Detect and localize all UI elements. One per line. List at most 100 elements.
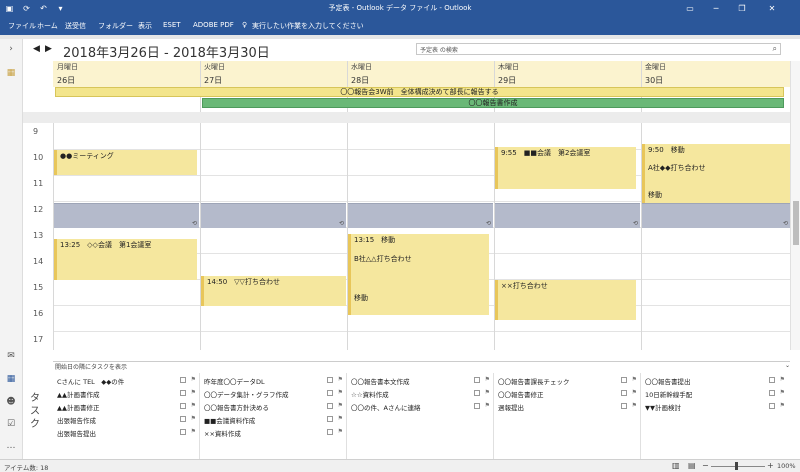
task-item[interactable]: ☆☆資料作成 xyxy=(351,389,389,399)
tab-file[interactable]: ファイル xyxy=(8,21,36,31)
task-item[interactable]: 週報提出 xyxy=(498,402,524,412)
flag-icon[interactable]: ⚑ xyxy=(338,402,343,409)
event-mon-conference[interactable]: 13:25 ◇◇会議 第1会議室 xyxy=(54,239,197,280)
task-checkbox[interactable] xyxy=(769,403,775,409)
task-checkbox[interactable] xyxy=(180,377,186,383)
task-item[interactable]: Cさんに TEL ◆◆の件 xyxy=(57,376,124,386)
tab-folder[interactable]: フォルダー xyxy=(98,21,133,31)
calendar-icon[interactable]: ▦ xyxy=(4,373,18,385)
mini-calendar-icon[interactable]: ▦ xyxy=(4,67,18,79)
task-item[interactable]: ▼▼計画検討 xyxy=(645,402,681,412)
calendar-search-input[interactable]: 予定表 の検索 ⌕ xyxy=(416,43,781,55)
task-checkbox[interactable] xyxy=(327,416,333,422)
lunch-block[interactable]: ⟲ xyxy=(495,203,640,228)
maximize-button[interactable]: ❐ xyxy=(732,2,752,15)
chevron-down-icon[interactable]: ⌄ xyxy=(785,362,790,369)
tab-send-receive[interactable]: 送受信 xyxy=(65,21,86,31)
flag-icon[interactable]: ⚑ xyxy=(485,402,490,409)
day-num-fri[interactable]: 30日 xyxy=(645,75,663,86)
task-checkbox[interactable] xyxy=(621,403,627,409)
task-item[interactable]: 〇〇報告書本文作成 xyxy=(351,376,410,386)
close-button[interactable]: ✕ xyxy=(762,2,782,15)
ribbon-display-options-icon[interactable]: ▭ xyxy=(680,2,700,15)
task-item[interactable]: 〇〇報告書課長チェック xyxy=(498,376,570,386)
flag-icon[interactable]: ⚑ xyxy=(191,428,196,435)
task-item[interactable]: ××資料作成 xyxy=(204,428,241,438)
day-num-wed[interactable]: 28日 xyxy=(351,75,369,86)
event-wed-travel2[interactable]: 移動 xyxy=(348,292,489,315)
task-checkbox[interactable] xyxy=(474,403,480,409)
zoom-in-icon[interactable]: + xyxy=(767,461,774,470)
tab-eset[interactable]: ESET xyxy=(163,21,181,29)
task-item[interactable]: 出張報告提出 xyxy=(57,428,96,438)
task-item[interactable]: ■■会議資料作成 xyxy=(204,415,255,425)
task-item[interactable]: 昨年度〇〇データDL xyxy=(204,376,265,386)
lunch-block[interactable]: ⟲ xyxy=(201,203,346,228)
event-wed-travel[interactable]: 13:15 移動 xyxy=(348,234,489,253)
flag-icon[interactable]: ⚑ xyxy=(191,402,196,409)
event-fri-meeting[interactable]: A社◆◆打ち合わせ xyxy=(642,162,790,189)
flag-icon[interactable]: ⚑ xyxy=(338,376,343,383)
event-thu-meeting[interactable]: ××打ち合わせ xyxy=(495,280,636,320)
flag-icon[interactable]: ⚑ xyxy=(632,402,637,409)
task-item[interactable]: ▲▲計画書作成 xyxy=(57,389,100,399)
all-day-event[interactable]: 〇〇報告書作成 xyxy=(202,98,784,108)
more-icon[interactable]: … xyxy=(4,440,18,452)
zoom-level[interactable]: 100% xyxy=(777,462,796,470)
day-num-tue[interactable]: 27日 xyxy=(204,75,222,86)
task-checkbox[interactable] xyxy=(327,429,333,435)
flag-icon[interactable]: ⚑ xyxy=(191,376,196,383)
task-item[interactable]: 〇〇の件、Aさんに連絡 xyxy=(351,402,420,412)
event-mon-meeting[interactable]: ●●ミーティング xyxy=(54,150,197,175)
task-pane-header[interactable]: 開始日の隣にタスクを表示 ⌄ xyxy=(53,361,790,372)
task-checkbox[interactable] xyxy=(327,377,333,383)
task-item[interactable]: 10日新幹線手配 xyxy=(645,389,692,399)
day-num-mon[interactable]: 26日 xyxy=(57,75,75,86)
task-checkbox[interactable] xyxy=(474,390,480,396)
time-grid[interactable]: 9 10 11 12 13 14 15 16 17 ⟲ ⟲ ⟲ ⟲ ⟲ ●●ミー… xyxy=(23,123,790,350)
tab-view[interactable]: 表示 xyxy=(138,21,152,31)
event-thu-conference[interactable]: 9:55 ■■会議 第2会議室 xyxy=(495,147,636,189)
flag-icon[interactable]: ⚑ xyxy=(338,428,343,435)
task-checkbox[interactable] xyxy=(769,377,775,383)
flag-icon[interactable]: ⚑ xyxy=(485,389,490,396)
zoom-slider[interactable] xyxy=(711,466,765,467)
lunch-block[interactable]: ⟲ xyxy=(54,203,199,228)
flag-icon[interactable]: ⚑ xyxy=(632,376,637,383)
expand-folder-pane-icon[interactable]: › xyxy=(4,43,18,55)
next-arrow-icon[interactable]: ▶ xyxy=(45,44,52,54)
event-fri-travel2[interactable]: 移動 xyxy=(642,189,790,203)
task-item[interactable]: 〇〇データ集計・グラフ作成 xyxy=(204,389,289,399)
vertical-scrollbar[interactable] xyxy=(790,61,800,350)
flag-icon[interactable]: ⚑ xyxy=(338,389,343,396)
event-fri-travel[interactable]: 9:50 移動 xyxy=(642,144,790,162)
event-tue-meeting[interactable]: 14:50 ▽▽打ち合わせ xyxy=(201,276,346,306)
tab-adobe-pdf[interactable]: ADOBE PDF xyxy=(193,21,234,29)
zoom-out-icon[interactable]: − xyxy=(702,461,709,470)
tell-me-box[interactable]: 実行したい作業を入力してください xyxy=(252,21,364,31)
task-checkbox[interactable] xyxy=(621,377,627,383)
task-checkbox[interactable] xyxy=(327,390,333,396)
minimize-button[interactable]: ─ xyxy=(706,2,726,15)
mail-icon[interactable]: ✉ xyxy=(4,350,18,362)
all-day-event[interactable]: 〇〇報告会3W前 全体構成決めて部長に報告する xyxy=(55,87,784,97)
tasks-icon[interactable]: ☑ xyxy=(4,418,18,430)
zoom-slider-thumb[interactable] xyxy=(735,462,738,470)
flag-icon[interactable]: ⚑ xyxy=(338,415,343,422)
task-checkbox[interactable] xyxy=(180,390,186,396)
task-checkbox[interactable] xyxy=(769,390,775,396)
day-num-thu[interactable]: 29日 xyxy=(498,75,516,86)
flag-icon[interactable]: ⚑ xyxy=(191,389,196,396)
flag-icon[interactable]: ⚑ xyxy=(780,376,785,383)
reading-view-icon[interactable]: ▤ xyxy=(688,461,696,470)
flag-icon[interactable]: ⚑ xyxy=(632,389,637,396)
task-checkbox[interactable] xyxy=(327,403,333,409)
flag-icon[interactable]: ⚑ xyxy=(780,402,785,409)
task-item[interactable]: 〇〇報告書提出 xyxy=(645,376,691,386)
task-item[interactable]: 〇〇報告書修正 xyxy=(498,389,544,399)
task-checkbox[interactable] xyxy=(474,377,480,383)
task-checkbox[interactable] xyxy=(621,390,627,396)
task-item[interactable]: ▲▲計画書修正 xyxy=(57,402,100,412)
task-checkbox[interactable] xyxy=(180,403,186,409)
event-wed-meeting[interactable]: B社△△打ち合わせ xyxy=(348,253,489,292)
